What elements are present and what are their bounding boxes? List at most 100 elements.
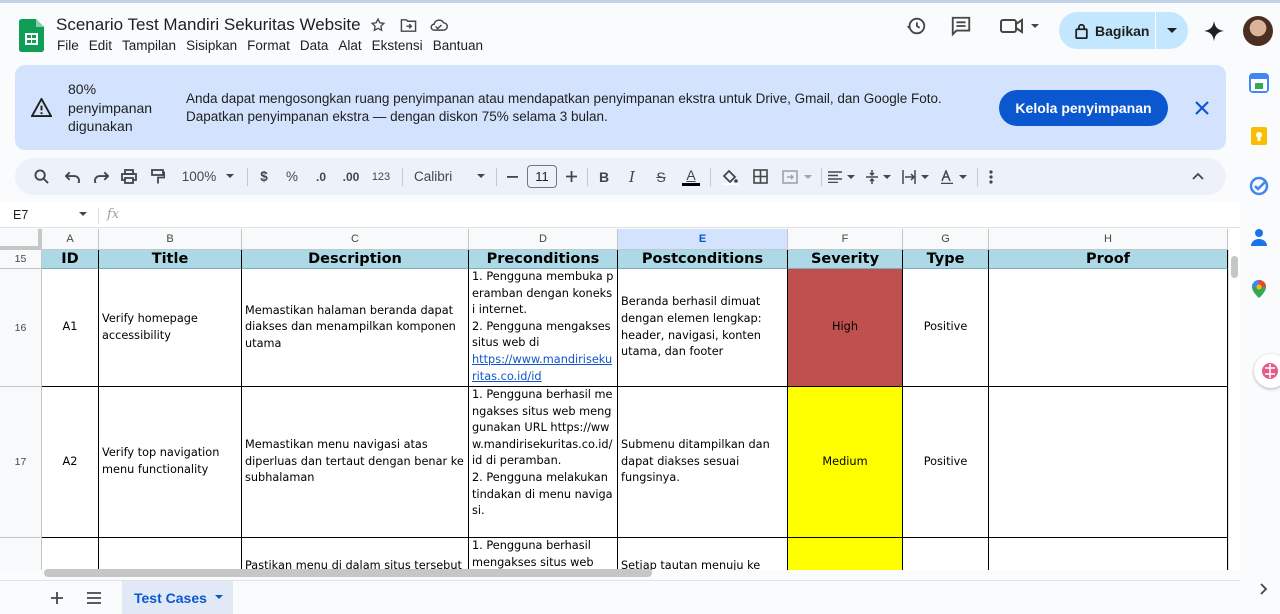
chevron-down-icon[interactable] xyxy=(214,595,223,600)
cell-id[interactable]: A2 xyxy=(42,387,99,538)
cell-preconditions[interactable]: 1. Pengguna membuka peramban dengan kone… xyxy=(469,269,618,387)
more-options-icon[interactable] xyxy=(981,158,1001,195)
cell-type[interactable]: Positive xyxy=(903,269,989,387)
header-cell-type[interactable]: Type xyxy=(903,250,989,269)
decrease-font-size-icon[interactable] xyxy=(504,158,520,195)
all-sheets-icon[interactable] xyxy=(85,590,103,606)
manage-storage-button[interactable]: Kelola penyimpanan xyxy=(999,90,1168,126)
text-wrapping-icon[interactable] xyxy=(900,158,932,195)
move-folder-icon[interactable] xyxy=(398,15,418,35)
text-color-button[interactable]: A xyxy=(681,158,701,195)
menu-extensions[interactable]: Ekstensi xyxy=(372,38,423,53)
cell-title[interactable] xyxy=(99,538,242,570)
cell-proof[interactable] xyxy=(989,538,1228,570)
currency-format-button[interactable]: $ xyxy=(255,158,273,195)
font-size-input[interactable]: 11 xyxy=(527,165,557,188)
header-cell-description[interactable]: Description xyxy=(242,250,469,269)
menu-insert[interactable]: Sisipkan xyxy=(186,38,237,53)
version-history-icon[interactable] xyxy=(905,15,927,37)
cell-title[interactable]: Verify homepage accessibility xyxy=(99,269,242,387)
add-sheet-icon[interactable] xyxy=(48,589,66,607)
cell-description[interactable]: Memastikan halaman beranda dapat diakses… xyxy=(242,269,469,387)
cloud-status-icon[interactable] xyxy=(428,15,448,35)
redo-icon[interactable] xyxy=(90,158,112,195)
name-box[interactable]: E7 xyxy=(13,208,28,222)
share-button[interactable]: Bagikan xyxy=(1059,12,1188,49)
vertical-align-icon[interactable] xyxy=(864,158,894,195)
chevron-down-icon[interactable] xyxy=(79,212,87,217)
cell-severity[interactable]: Medium xyxy=(788,387,903,538)
increase-decimal-button[interactable]: .00 xyxy=(339,158,363,195)
sheet-tab-test-cases[interactable]: Test Cases xyxy=(122,581,233,614)
cell-description[interactable]: Memastikan menu navigasi atas diperluas … xyxy=(242,387,469,538)
cell-description[interactable]: Pastikan menu di dalam situs tersebut xyxy=(242,538,469,570)
decrease-decimal-button[interactable]: .0 xyxy=(311,158,331,195)
column-header-d[interactable]: D xyxy=(469,229,618,250)
select-all-corner[interactable] xyxy=(0,229,42,250)
zoom-select[interactable]: 100% xyxy=(177,158,239,195)
merge-cells-icon[interactable] xyxy=(780,158,814,195)
column-header-h[interactable]: H xyxy=(989,229,1228,250)
column-header-c[interactable]: C xyxy=(242,229,469,250)
close-icon[interactable] xyxy=(1191,97,1213,119)
menu-tools[interactable]: Alat xyxy=(338,38,361,53)
maps-icon[interactable] xyxy=(1249,279,1269,299)
header-cell-proof[interactable]: Proof xyxy=(989,250,1228,269)
cell-id[interactable]: A1 xyxy=(42,269,99,387)
column-header-a[interactable]: A xyxy=(42,229,99,250)
sheets-logo-icon[interactable] xyxy=(19,19,44,52)
print-icon[interactable] xyxy=(118,158,140,195)
star-icon[interactable] xyxy=(368,15,388,35)
vertical-scrollbar[interactable] xyxy=(1228,250,1240,570)
header-cell-postconditions[interactable]: Postconditions xyxy=(618,250,788,269)
cell-title[interactable]: Verify top navigation menu functionality xyxy=(99,387,242,538)
cell-postconditions[interactable]: Submenu ditampilkan dan dapat diakses se… xyxy=(618,387,788,538)
chevron-right-icon[interactable] xyxy=(1260,583,1268,595)
column-header-g[interactable]: G xyxy=(903,229,989,250)
search-menus-icon[interactable] xyxy=(30,158,52,195)
italic-button[interactable]: I xyxy=(623,158,641,195)
column-header-f[interactable]: F xyxy=(788,229,903,250)
text-rotation-icon[interactable] xyxy=(938,158,970,195)
row-header-15[interactable]: 15 xyxy=(0,250,42,269)
tasks-icon[interactable] xyxy=(1249,176,1269,196)
percent-format-button[interactable]: % xyxy=(283,158,301,195)
column-header-e[interactable]: E xyxy=(618,229,788,250)
meet-icon[interactable] xyxy=(1000,17,1040,35)
menu-view[interactable]: Tampilan xyxy=(122,38,176,53)
collapse-toolbar-icon[interactable] xyxy=(1187,158,1209,195)
document-title[interactable]: Scenario Test Mandiri Sekuritas Website xyxy=(56,15,361,35)
row-header-17[interactable]: 17 xyxy=(0,387,42,538)
column-header-b[interactable]: B xyxy=(99,229,242,250)
cell-postconditions[interactable]: Setiap tautan menuju ke halaman xyxy=(618,538,788,570)
borders-icon[interactable] xyxy=(750,158,770,195)
undo-icon[interactable] xyxy=(61,158,83,195)
vertical-scroll-thumb[interactable] xyxy=(1231,256,1238,278)
cell-type[interactable]: Positive xyxy=(903,387,989,538)
menu-help[interactable]: Bantuan xyxy=(433,38,483,53)
bold-button[interactable]: B xyxy=(595,158,613,195)
menu-file[interactable]: File xyxy=(57,38,79,53)
cell-severity[interactable] xyxy=(788,538,903,570)
header-cell-preconditions[interactable]: Preconditions xyxy=(469,250,618,269)
keep-icon[interactable] xyxy=(1249,126,1269,146)
contacts-icon[interactable] xyxy=(1249,227,1269,247)
strikethrough-button[interactable]: S xyxy=(652,158,670,195)
calendar-icon[interactable] xyxy=(1249,73,1269,93)
menu-format[interactable]: Format xyxy=(247,38,290,53)
header-cell-severity[interactable]: Severity xyxy=(788,250,903,269)
menu-data[interactable]: Data xyxy=(300,38,329,53)
header-cell-title[interactable]: Title xyxy=(99,250,242,269)
comments-icon[interactable] xyxy=(950,15,972,37)
horizontal-scrollbar[interactable] xyxy=(44,569,652,577)
font-select[interactable]: Calibri xyxy=(412,158,487,195)
cell-id[interactable] xyxy=(42,538,99,570)
row-header-18[interactable] xyxy=(0,538,42,570)
fill-color-icon[interactable] xyxy=(718,158,740,195)
increase-font-size-icon[interactable] xyxy=(563,158,579,195)
extension-button[interactable] xyxy=(1254,354,1280,388)
cell-proof[interactable] xyxy=(989,387,1228,538)
avatar[interactable] xyxy=(1243,16,1273,46)
horizontal-align-icon[interactable] xyxy=(826,158,858,195)
row-header-16[interactable]: 16 xyxy=(0,269,42,387)
